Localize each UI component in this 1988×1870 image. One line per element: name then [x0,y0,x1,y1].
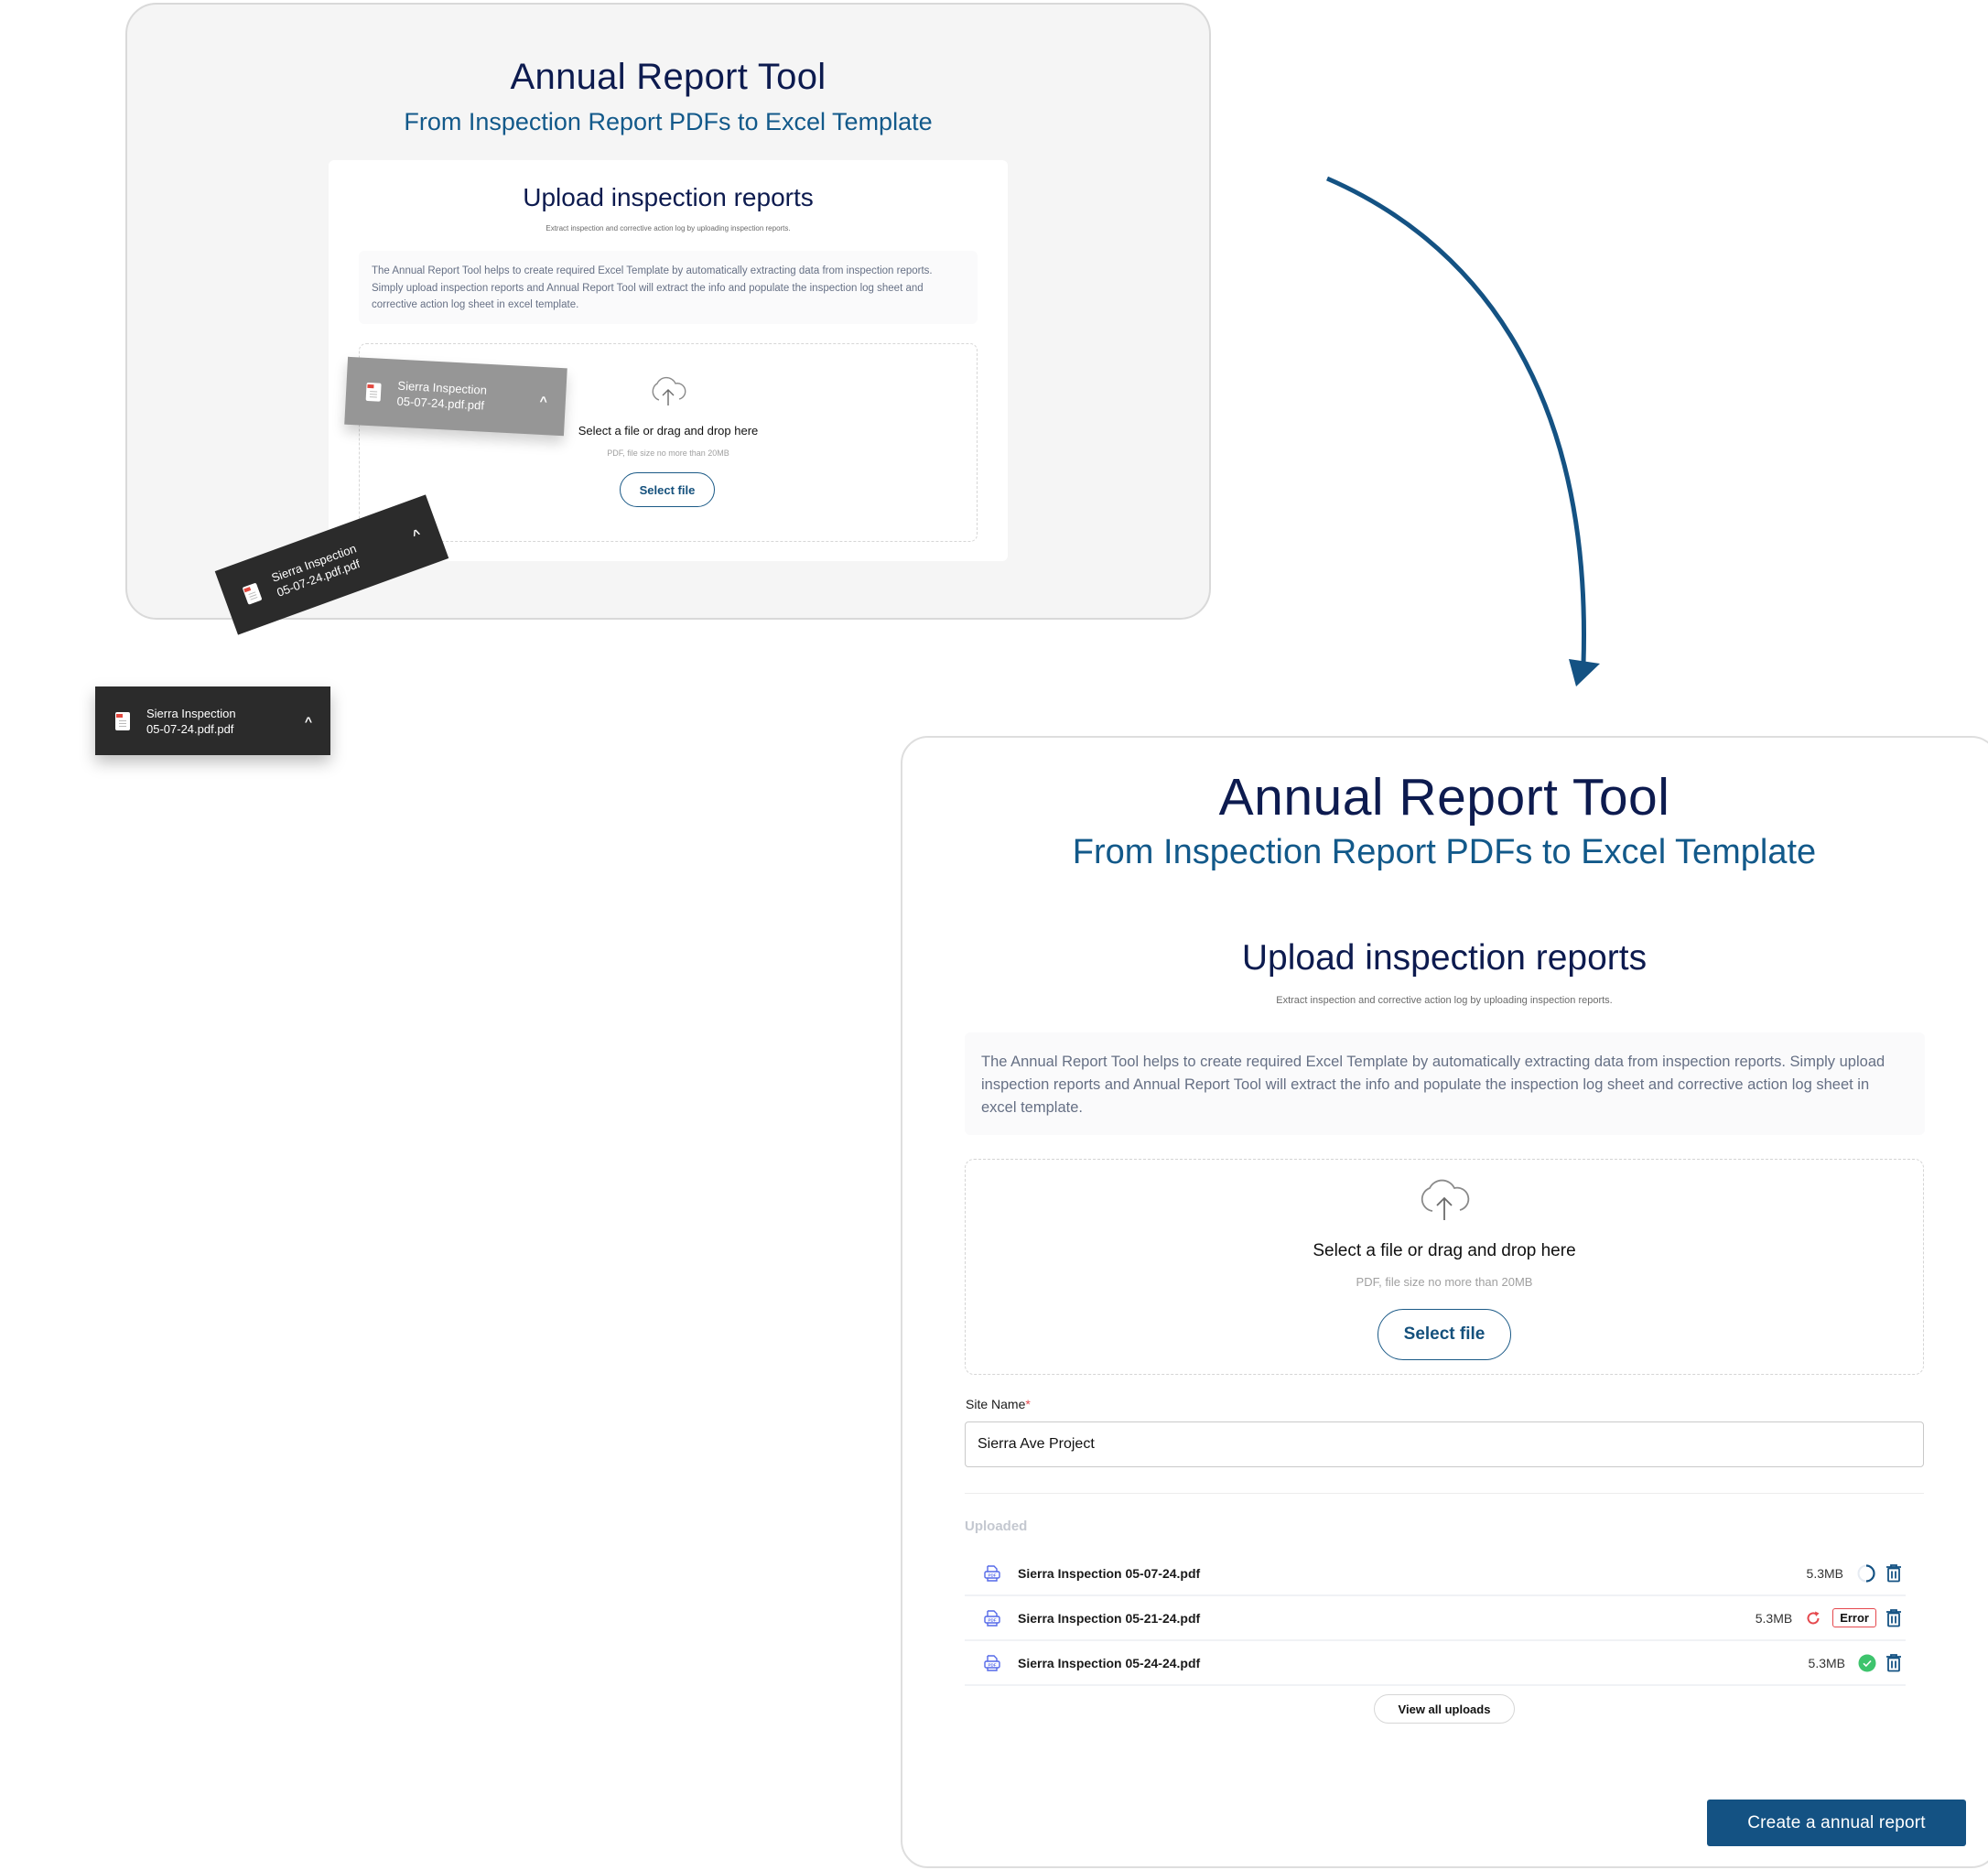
app-title: Annual Report Tool [1218,768,1670,827]
select-file-button[interactable]: Select file [1378,1309,1511,1360]
trash-icon[interactable] [1885,1608,1902,1627]
pdf-file-icon [115,711,130,730]
section-divider [965,1493,1924,1494]
site-name-label: Site Name* [966,1397,1031,1411]
file-row: PDF Sierra Inspection 05-21-24.pdf 5.3MB… [965,1596,1906,1641]
pdf-file-icon: PDF [984,1654,1000,1671]
file-size: 5.3MB [1806,1565,1843,1581]
required-mark: * [1025,1397,1031,1411]
pdf-file-icon [242,582,263,605]
info-box: The Annual Report Tool helps to create r… [965,1032,1925,1135]
site-name-label-text: Site Name [966,1397,1026,1411]
trash-icon[interactable] [1885,1563,1902,1583]
app-subtitle: From Inspection Report PDFs to Excel Tem… [1072,833,1817,871]
cloud-upload-icon [1421,1179,1470,1220]
chip-filename: Sierra Inspection 05-07-24.pdf.pdf [146,706,305,737]
uploaded-heading: Uploaded [965,1519,1028,1534]
chip-filename-line1: Sierra Inspection [146,706,236,720]
before-info-box: The Annual Report Tool helps to create r… [359,251,978,324]
before-card-caption: Extract inspection and corrective action… [546,224,791,232]
file-size: 5.3MB [1755,1610,1793,1626]
file-name: Sierra Inspection 05-07-24.pdf [1018,1565,1201,1581]
before-card-title: Upload inspection reports [523,183,814,211]
download-chip[interactable]: Sierra Inspection 05-07-24.pdf.pdf ^ [95,686,330,755]
site-name-input[interactable] [965,1421,1924,1467]
svg-text:PDF: PDF [989,1662,997,1667]
card-caption: Extract inspection and corrective action… [1276,995,1613,1006]
before-app-title: Annual Report Tool [510,57,827,97]
error-badge: Error [1832,1608,1876,1627]
chevron-up-icon[interactable]: ^ [539,394,547,408]
before-select-file-button[interactable]: Select file [620,472,715,507]
retry-icon[interactable] [1805,1610,1821,1627]
pdf-file-icon: PDF [984,1564,1000,1582]
pdf-file-icon [365,382,382,402]
pdf-file-icon: PDF [984,1609,1000,1627]
trash-icon[interactable] [1885,1653,1902,1672]
uploaded-file-list: PDF Sierra Inspection 05-07-24.pdf 5.3MB… [965,1551,1906,1686]
dropzone-title: Select a file or drag and drop here [1313,1241,1576,1260]
chip-filename-line2: 05-07-24.pdf.pdf [146,721,234,736]
chevron-up-icon[interactable]: ^ [305,714,312,729]
svg-text:PDF: PDF [989,1617,997,1622]
file-row: PDF Sierra Inspection 05-07-24.pdf 5.3MB [965,1551,1906,1596]
view-all-uploads-button[interactable]: View all uploads [1374,1694,1515,1724]
cloud-upload-icon [652,376,686,405]
flow-arrow-icon [1326,176,1600,686]
create-annual-report-button[interactable]: Create a annual report [1707,1800,1966,1846]
upload-status: Error [1805,1608,1876,1627]
before-app-subtitle: From Inspection Report PDFs to Excel Tem… [404,108,933,135]
chip-filename-line2: 05-07-24.pdf.pdf [396,394,485,413]
chip-filename: Sierra Inspection 05-07-24.pdf.pdf [396,378,540,416]
file-name: Sierra Inspection 05-21-24.pdf [1018,1610,1201,1626]
upload-status [1858,1654,1876,1672]
loading-spinner-icon [1857,1563,1875,1583]
drag-chip-ghost[interactable]: Sierra Inspection 05-07-24.pdf.pdf ^ [344,356,567,437]
dropzone-hint: PDF, file size no more than 20MB [1356,1275,1533,1289]
file-size: 5.3MB [1808,1655,1845,1670]
upload-status [1856,1563,1876,1584]
check-circle-icon [1858,1654,1876,1671]
svg-text:PDF: PDF [989,1573,997,1577]
file-row: PDF Sierra Inspection 05-24-24.pdf 5.3MB [965,1641,1906,1686]
before-dropzone-hint: PDF, file size no more than 20MB [607,449,729,458]
card-title: Upload inspection reports [1241,938,1648,978]
file-name: Sierra Inspection 05-24-24.pdf [1018,1655,1201,1670]
